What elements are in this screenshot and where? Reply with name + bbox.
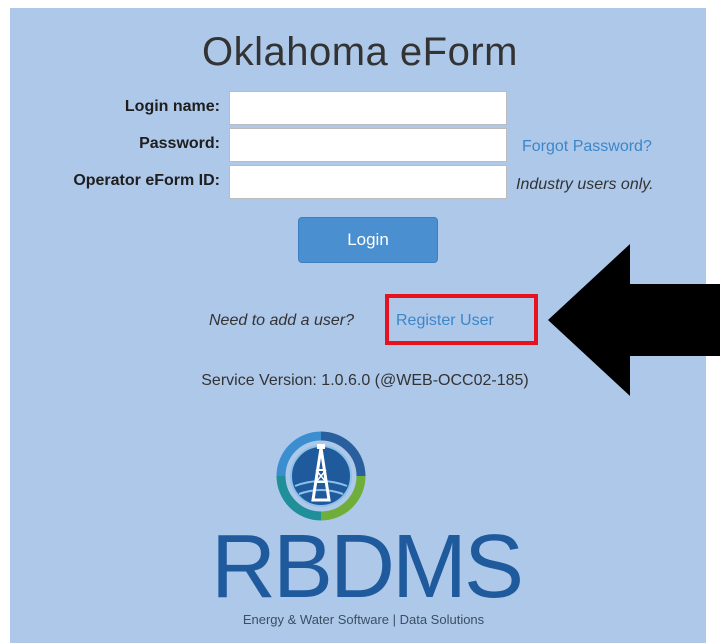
need-user-prompt: Need to add a user?	[209, 312, 354, 329]
page: Oklahoma eForm Login name: Password: For…	[0, 0, 720, 643]
login-name-label: Login name:	[124, 98, 220, 115]
forgot-password-link[interactable]: Forgot Password?	[522, 138, 652, 156]
register-highlight-box	[385, 294, 538, 345]
password-input[interactable]	[229, 128, 507, 162]
page-title: Oklahoma eForm	[202, 30, 518, 74]
service-version: Service Version: 1.0.6.0 (@WEB-OCC02-185…	[201, 372, 529, 389]
operator-eform-id-label: Operator eForm ID:	[73, 172, 220, 189]
login-name-input[interactable]	[229, 91, 507, 125]
rbdms-tagline: Energy & Water Software | Data Solutions	[242, 612, 485, 627]
rbdms-wordmark: RBDMS	[210, 517, 524, 617]
password-label: Password:	[139, 135, 220, 152]
operator-eform-id-input[interactable]	[229, 165, 507, 199]
industry-users-note: Industry users only.	[516, 176, 654, 193]
login-button[interactable]: Login	[298, 217, 438, 263]
